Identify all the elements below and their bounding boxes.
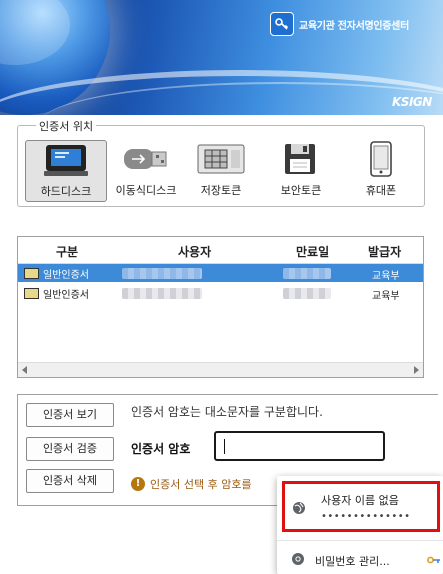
location-label: 저장토큰 bbox=[200, 184, 242, 197]
location-hard-disk[interactable]: 하드디스크 bbox=[25, 140, 107, 202]
brand-logo: 교육기관 전자서명인증센터 bbox=[270, 12, 409, 36]
header-banner: 교육기관 전자서명인증센터 KSIGN bbox=[0, 0, 443, 115]
brand-title: 교육기관 전자서명인증센터 bbox=[299, 20, 409, 32]
column-header-issuer[interactable]: 발급자 bbox=[368, 243, 401, 260]
expiry-redacted bbox=[283, 288, 331, 299]
cert-issuer: 교육부 bbox=[372, 291, 400, 302]
column-header-type[interactable]: 구분 bbox=[56, 243, 78, 260]
verify-cert-button[interactable]: 인증서 검증 bbox=[26, 437, 114, 461]
manage-passwords-label: 비밀번호 관리... bbox=[315, 554, 390, 568]
password-hint-text: 인증서 선택 후 암호를 bbox=[150, 478, 252, 491]
column-header-user[interactable]: 사용자 bbox=[178, 243, 211, 260]
warning-icon: ! bbox=[131, 477, 145, 491]
cert-list-table[interactable]: 구분 사용자 만료일 발급자 일반인증서 교육부 일반인증서 교육부 bbox=[17, 236, 424, 378]
certificate-key-icon bbox=[270, 12, 294, 36]
location-storage-token[interactable]: 저장토큰 bbox=[181, 140, 261, 200]
chrome-icon bbox=[291, 552, 305, 569]
location-security-token[interactable]: 보안토큰 bbox=[261, 140, 341, 200]
case-sensitivity-note: 인증서 암호는 대소문자를 구분합니다. bbox=[131, 405, 323, 419]
scroll-right-icon[interactable] bbox=[414, 366, 419, 374]
saved-username: 사용자 이름 없음 bbox=[321, 494, 399, 507]
manage-passwords-item[interactable]: 비밀번호 관리... bbox=[291, 552, 390, 569]
location-label: 이동식디스크 bbox=[115, 184, 177, 197]
table-header: 구분 사용자 만료일 발급자 bbox=[18, 237, 423, 264]
expiry-redacted bbox=[283, 268, 331, 279]
cert-location-legend: 인증서 위치 bbox=[36, 118, 97, 134]
globe-icon bbox=[292, 501, 306, 518]
cert-issuer: 교육부 bbox=[372, 271, 400, 282]
user-name-redacted bbox=[122, 268, 202, 279]
password-hint: ! 인증서 선택 후 암호를 bbox=[131, 476, 252, 492]
delete-cert-button[interactable]: 인증서 삭제 bbox=[26, 469, 114, 493]
password-autofill-popup: 사용자 이름 없음 •••••••••••••• 비밀번호 관리... bbox=[277, 476, 443, 574]
divider bbox=[277, 540, 443, 541]
certificate-icon bbox=[24, 268, 39, 279]
column-header-expiry[interactable]: 만료일 bbox=[296, 243, 329, 260]
ksign-logo: KSIGN bbox=[392, 95, 432, 109]
location-label: 보안토큰 bbox=[280, 184, 322, 197]
table-row[interactable]: 일반인증서 교육부 bbox=[18, 284, 423, 302]
horizontal-scrollbar[interactable] bbox=[18, 362, 423, 377]
cert-password-input[interactable] bbox=[214, 431, 385, 461]
cert-location-group: 인증서 위치 하드디스크 이동식디스크 저장토큰 보안토큰 휴대폰 bbox=[17, 118, 425, 207]
cert-type: 일반인증서 bbox=[43, 270, 89, 281]
table-row[interactable]: 일반인증서 교육부 bbox=[18, 264, 423, 282]
hard-disk-icon bbox=[26, 141, 106, 179]
cert-type: 일반인증서 bbox=[43, 290, 89, 301]
scroll-left-icon[interactable] bbox=[22, 366, 27, 374]
key-icon bbox=[427, 555, 441, 568]
usb-drive-icon bbox=[106, 140, 186, 178]
location-label: 하드디스크 bbox=[40, 185, 92, 198]
storage-token-icon bbox=[181, 140, 261, 178]
user-name-redacted bbox=[122, 288, 202, 299]
security-token-icon bbox=[261, 140, 341, 178]
location-label: 휴대폰 bbox=[365, 184, 397, 197]
saved-password-mask: •••••••••••••• bbox=[321, 511, 411, 522]
text-caret bbox=[224, 439, 225, 454]
location-usb-drive[interactable]: 이동식디스크 bbox=[106, 140, 186, 200]
location-mobile-phone[interactable]: 휴대폰 bbox=[341, 140, 421, 200]
certificate-icon bbox=[24, 288, 39, 299]
mobile-phone-icon bbox=[341, 140, 421, 178]
saved-credential-suggestion[interactable]: 사용자 이름 없음 •••••••••••••• bbox=[282, 481, 440, 532]
password-label: 인증서 암호 bbox=[131, 442, 191, 456]
view-cert-button[interactable]: 인증서 보기 bbox=[26, 403, 114, 427]
